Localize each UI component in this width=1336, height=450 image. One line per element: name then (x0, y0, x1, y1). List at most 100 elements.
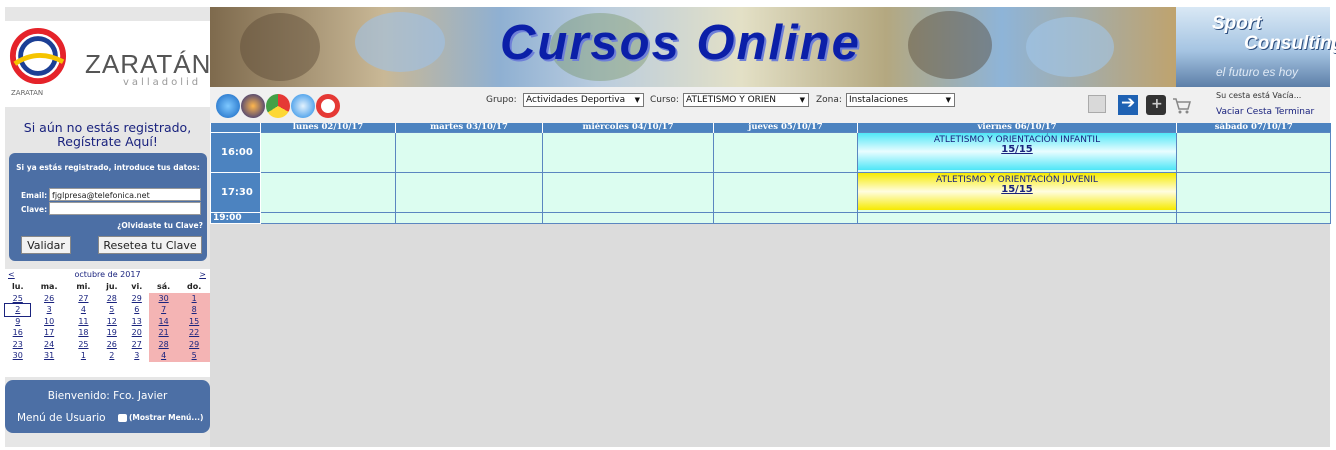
validate-button[interactable]: Validar (21, 236, 71, 254)
calendar-next-button[interactable]: > (199, 269, 206, 281)
register-link[interactable]: Si aún no estás registrado, Regístrate A… (5, 121, 210, 149)
club-logo[interactable]: ZARATÁN valladolid ZARATAN (5, 21, 210, 107)
calendar-day[interactable]: 6 (125, 304, 149, 316)
finish-link[interactable]: Terminar (1275, 107, 1314, 117)
calendar-day[interactable]: 18 (68, 327, 99, 339)
calendar-day[interactable]: 23 (5, 339, 30, 351)
calendar-day[interactable]: 26 (30, 293, 67, 305)
course-select[interactable]: ATLETISMO Y ORIEN ▼ (683, 93, 809, 107)
calendar-day[interactable]: 22 (178, 327, 210, 339)
calendar-day[interactable]: 14 (148, 315, 179, 327)
sport-consulting-line2: Consulting (1244, 33, 1336, 54)
calendar-day[interactable]: 10 (30, 316, 67, 328)
schedule-cell (1176, 212, 1331, 224)
course-event[interactable]: ATLETISMO Y ORIENTACIÓN INFANTIL 15/15 (858, 133, 1176, 170)
calendar-day[interactable]: 29 (178, 338, 210, 350)
calendar-day[interactable]: 17 (30, 327, 67, 339)
calendar-day[interactable]: 1 (178, 292, 210, 304)
calendar-day[interactable]: 3 (125, 350, 149, 362)
cart-icon[interactable] (1171, 95, 1191, 115)
schedule-row: 19:00 (210, 212, 1331, 224)
schedule: lunes 02/10/17 martes 03/10/17 miércoles… (210, 123, 1331, 225)
filter-toolbar: Grupo: Actividades Deportiva ▼ Curso: ATL… (210, 87, 1330, 123)
add-icon[interactable]: + (1146, 95, 1166, 115)
cart-links: Vaciar Cesta Terminar (1216, 107, 1314, 117)
course-select-value: ATLETISMO Y ORIEN (686, 95, 776, 105)
calendar-day-today[interactable]: 2 (3, 303, 32, 317)
calendar-day[interactable]: 1 (68, 350, 99, 362)
calendar-day[interactable]: 7 (148, 304, 179, 316)
logout-arrow-icon[interactable]: ➔ (1118, 93, 1138, 115)
sport-consulting-tagline: el futuro es hoy (1216, 65, 1299, 79)
weekday: lu. (12, 282, 24, 292)
calendar-day[interactable]: 27 (68, 293, 99, 305)
forgot-password-link[interactable]: ¿Olvidaste tu Clave? (117, 221, 203, 230)
calendar-day[interactable]: 19 (99, 327, 124, 339)
calendar-day[interactable]: 28 (99, 293, 124, 305)
reset-password-button[interactable]: Resetea tu Clave (98, 236, 202, 254)
password-field[interactable] (49, 202, 201, 215)
schedule-cell (857, 212, 1177, 224)
register-line1[interactable]: Si aún no estás registrado, (24, 120, 191, 135)
calendar-day[interactable]: 4 (68, 304, 99, 316)
calendar-day[interactable]: 26 (99, 339, 124, 351)
calendar-day[interactable]: 13 (125, 316, 149, 328)
calendar-day[interactable]: 11 (68, 316, 99, 328)
calendar-day[interactable]: 9 (5, 316, 30, 328)
calendar-day[interactable]: 5 (99, 304, 124, 316)
email-label: Email: (21, 191, 48, 200)
calendar-grid: lu. ma. mi. ju. vi. sá. do. 25 26 27 28 … (3, 281, 210, 362)
calendar-day[interactable]: 15 (178, 315, 210, 327)
password-label: Clave: (21, 205, 48, 214)
schedule-cell (260, 212, 396, 224)
calendar-day[interactable]: 30 (148, 292, 179, 304)
show-menu-button[interactable]: (Mostrar Menú...) (118, 413, 203, 422)
calendar-day[interactable]: 21 (148, 327, 179, 339)
calendar-day[interactable]: 25 (68, 339, 99, 351)
schedule-row: 17:30 ATLETISMO Y ORIENTACIÓN JUVENIL 15… (210, 172, 1331, 213)
calendar-day[interactable]: 29 (125, 293, 149, 305)
login-title: Si ya estás registrado, introduce tus da… (16, 163, 200, 172)
calendar-day[interactable]: 8 (178, 304, 210, 316)
calendar-day[interactable]: 28 (148, 338, 179, 350)
calendar-month: octubre de 2017 (74, 270, 141, 279)
safari-icon[interactable] (291, 94, 315, 118)
zone-select[interactable]: Instalaciones ▼ (846, 93, 955, 107)
calendar-header: < octubre de 2017 > (5, 269, 210, 281)
banner-title: Cursos Online (500, 16, 861, 70)
schedule-cell (1176, 172, 1331, 213)
course-event[interactable]: ATLETISMO Y ORIENTACIÓN JUVENIL 15/15 (858, 173, 1176, 210)
schedule-cell (713, 132, 858, 173)
calendar-day[interactable]: 25 (5, 293, 30, 305)
calendar-day[interactable]: 16 (5, 327, 30, 339)
calendar-day[interactable]: 2 (99, 350, 124, 362)
email-field[interactable]: fjglpresa@telefonica.net (49, 188, 201, 201)
calendar-day[interactable]: 27 (125, 339, 149, 351)
home-icon[interactable] (1088, 95, 1106, 113)
schedule-cell (713, 212, 858, 224)
group-select[interactable]: Actividades Deportiva ▼ (523, 93, 644, 107)
chrome-icon[interactable] (266, 94, 290, 118)
calendar-week: 23 24 25 26 27 28 29 (5, 338, 210, 351)
calendar-day[interactable]: 20 (125, 327, 149, 339)
empty-cart-link[interactable]: Vaciar Cesta (1216, 107, 1272, 117)
firefox-icon[interactable] (241, 94, 265, 118)
group-label: Grupo: (486, 95, 517, 105)
sport-consulting-line1: Sport (1212, 13, 1262, 34)
user-menu-label: Menú de Usuario (17, 412, 106, 424)
opera-icon[interactable] (316, 94, 340, 118)
register-line2[interactable]: Regístrate Aquí! (57, 134, 158, 149)
calendar-day[interactable]: 30 (5, 350, 30, 362)
calendar-day[interactable]: 12 (99, 316, 124, 328)
internet-explorer-icon[interactable] (216, 94, 240, 118)
calendar-day[interactable]: 24 (30, 339, 67, 351)
calendar-day[interactable]: 31 (30, 350, 67, 362)
calendar-day[interactable]: 3 (30, 304, 67, 316)
welcome-text: Bienvenido: Fco. Javier (47, 390, 168, 402)
user-panel: Bienvenido: Fco. Javier Menú de Usuario … (5, 380, 210, 433)
calendar-week: 9 10 11 12 13 14 15 (5, 315, 210, 328)
sport-consulting-logo[interactable]: Sport Consulting el futuro es hoy (1176, 7, 1336, 87)
calendar-day[interactable]: 4 (148, 350, 179, 362)
calendar-day[interactable]: 5 (178, 350, 210, 362)
day-header: viernes 06/10/17 (857, 123, 1177, 133)
